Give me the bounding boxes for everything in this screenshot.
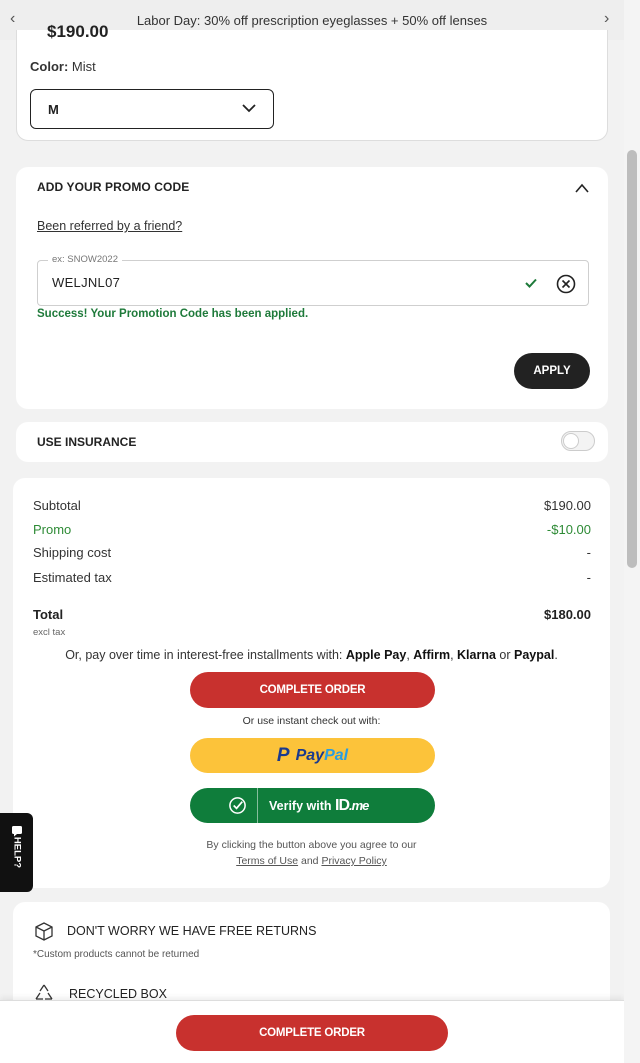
promo-field-legend: ex: SNOW2022 xyxy=(48,254,122,265)
insurance-title: USE INSURANCE xyxy=(37,435,137,449)
scrollbar-thumb[interactable] xyxy=(627,150,637,568)
promo-label: Promo xyxy=(33,522,72,537)
banner-prev-icon[interactable]: ‹ xyxy=(10,10,15,28)
custom-products-note: *Custom products cannot be returned xyxy=(33,949,200,960)
promo-code-input[interactable]: ex: SNOW2022 WELJNL07 xyxy=(37,254,589,306)
privacy-link[interactable]: Privacy Policy xyxy=(321,855,386,867)
help-tab[interactable]: HELP? xyxy=(0,813,33,892)
provider-klarna: Klarna xyxy=(457,648,496,662)
color-label: Color: xyxy=(30,59,69,74)
idme-divider xyxy=(257,788,258,823)
insurance-toggle[interactable] xyxy=(561,431,595,451)
referred-friend-link[interactable]: Been referred by a friend? xyxy=(37,219,182,233)
product-card: $190.00 Color: Mist M xyxy=(16,22,608,141)
recycled-box-title: RECYCLED BOX xyxy=(69,987,167,1001)
promo-field-value: WELJNL07 xyxy=(52,275,121,290)
order-summary-card: Subtotal $190.00 Promo -$10.00 Shipping … xyxy=(13,478,610,888)
insurance-card: USE INSURANCE xyxy=(16,422,608,462)
banner-next-icon[interactable]: › xyxy=(604,10,609,28)
sticky-complete-order-button[interactable]: COMPLETE ORDER xyxy=(176,1015,448,1051)
excl-tax-note: excl tax xyxy=(33,627,66,638)
paypal-icon: P xyxy=(276,744,290,766)
chevron-down-icon xyxy=(242,104,256,113)
banner-text: Labor Day: 30% off prescription eyeglass… xyxy=(136,12,488,28)
idme-verify-button[interactable]: Verify with ID.me xyxy=(190,788,435,823)
idme-verify-label: Verify with xyxy=(269,799,332,813)
legal-prefix: By clicking the button above you agree t… xyxy=(206,839,417,851)
paypal-wordmark-b: Pal xyxy=(324,746,349,764)
total-label: Total xyxy=(33,607,64,622)
color-line: Color: Mist xyxy=(30,59,96,74)
idme-logo-b: .me xyxy=(349,798,369,813)
terms-link[interactable]: Terms of Use xyxy=(236,855,298,867)
tax-label: Estimated tax xyxy=(33,570,112,585)
color-value: Mist xyxy=(71,59,96,74)
tax-value: - xyxy=(586,570,591,585)
paypal-button[interactable]: P Pay Pal xyxy=(190,738,435,773)
page-scrollbar[interactable] xyxy=(624,0,640,1063)
paypal-wordmark-a: Pay xyxy=(295,746,325,764)
sticky-checkout-bar: COMPLETE ORDER xyxy=(0,1000,624,1063)
installments-text: Or, pay over time in interest-free insta… xyxy=(65,648,558,662)
check-icon xyxy=(525,278,537,288)
provider-apple-pay: Apple Pay xyxy=(345,648,407,662)
idme-logo: ID.me xyxy=(335,797,369,814)
complete-order-button[interactable]: COMPLETE ORDER xyxy=(190,672,435,708)
subtotal-value: $190.00 xyxy=(544,498,591,513)
help-label: HELP? xyxy=(11,836,23,869)
instant-checkout-text: Or use instant check out with: xyxy=(242,715,381,727)
promo-value: -$10.00 xyxy=(546,522,591,537)
idme-logo-a: ID xyxy=(335,797,350,814)
chevron-up-icon[interactable] xyxy=(574,181,590,195)
promo-success-message: Success! Your Promotion Code has been ap… xyxy=(37,308,309,320)
apply-button[interactable]: APPLY xyxy=(514,353,590,389)
shipping-value: - xyxy=(586,545,591,560)
provider-paypal: Paypal xyxy=(514,648,555,662)
promo-card: ADD YOUR PROMO CODE Been referred by a f… xyxy=(16,167,608,409)
shipping-label: Shipping cost xyxy=(33,545,112,560)
clear-circle-icon[interactable] xyxy=(556,274,576,294)
provider-affirm: Affirm xyxy=(413,648,451,662)
legal-and: and xyxy=(300,855,319,867)
size-select[interactable]: M xyxy=(30,89,274,129)
box-return-icon xyxy=(35,922,53,941)
idme-text: Verify with ID.me xyxy=(269,797,369,815)
toggle-knob xyxy=(563,433,579,449)
free-returns-title: DON'T WORRY WE HAVE FREE RETURNS xyxy=(67,924,317,938)
promo-title: ADD YOUR PROMO CODE xyxy=(37,180,190,194)
verified-shield-icon xyxy=(229,797,246,814)
total-value: $180.00 xyxy=(544,607,591,622)
legal-text: By clicking the button above you agree t… xyxy=(13,837,610,869)
subtotal-label: Subtotal xyxy=(33,498,81,513)
installments-prefix: Or, pay over time in interest-free insta… xyxy=(65,648,343,662)
product-price: $190.00 xyxy=(47,22,109,41)
size-value: M xyxy=(48,101,59,117)
